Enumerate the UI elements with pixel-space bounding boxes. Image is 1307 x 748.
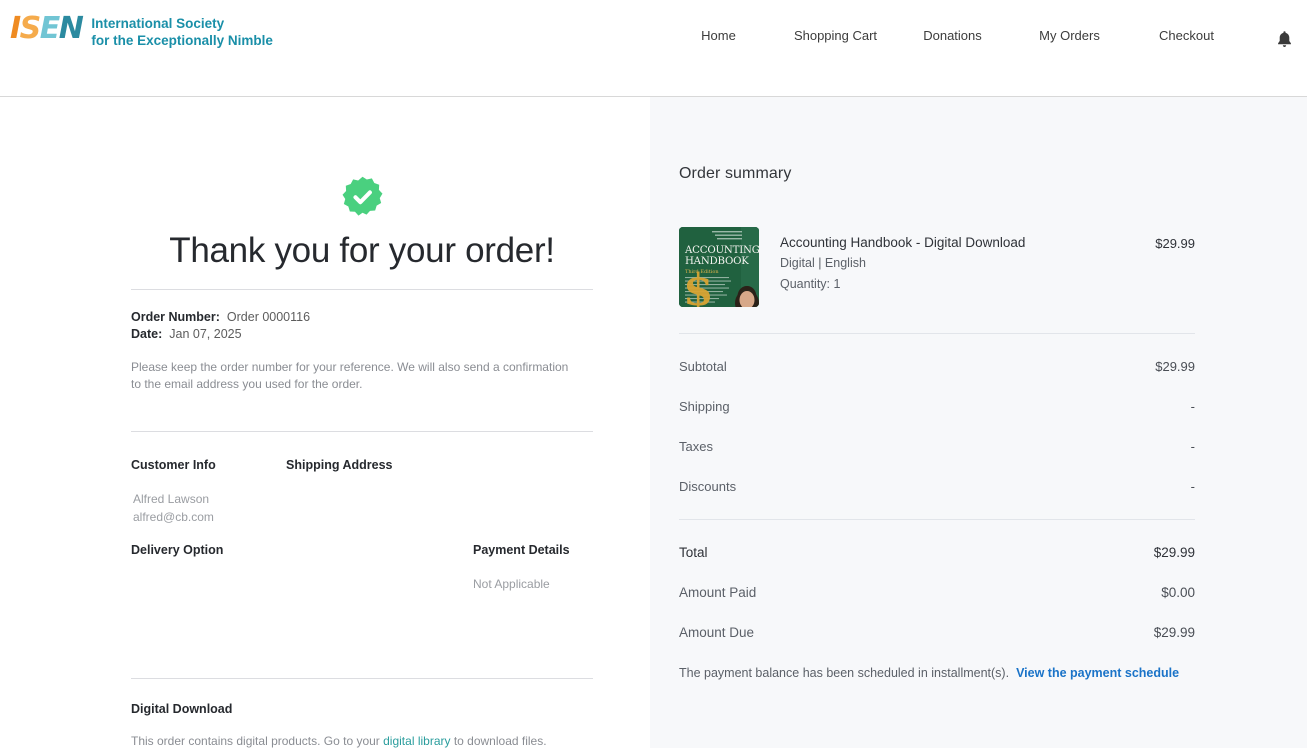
payment-schedule-note: The payment balance has been scheduled i…: [679, 666, 1195, 680]
customer-email: alfred@cb.com: [133, 510, 214, 524]
page-body: Thank you for your order! Order Number: O…: [0, 97, 1307, 748]
discounts-value: -: [1190, 479, 1195, 494]
order-summary-title: Order summary: [679, 165, 792, 182]
page-title: Thank you for your order!: [169, 231, 555, 270]
line-item-price: $29.99: [1155, 236, 1195, 251]
svg-text:$: $: [683, 265, 714, 307]
payment-details-heading: Payment Details: [473, 543, 570, 557]
svg-text:ACCOUNTING: ACCOUNTING: [684, 245, 759, 256]
subtotal-label: Subtotal: [679, 359, 727, 374]
amount-due-label: Amount Due: [679, 625, 755, 640]
main-navigation: Home Shopping Cart Donations My Orders C…: [660, 28, 1245, 43]
logo-letter-s: S: [19, 11, 42, 46]
shipping-value: -: [1190, 399, 1195, 414]
order-date-label: Date:: [131, 327, 163, 341]
nav-link-my-orders[interactable]: My Orders: [1011, 28, 1128, 43]
success-badge-row: [131, 97, 593, 220]
nav-item-home[interactable]: Home: [660, 28, 777, 43]
logo-letter-e: E: [39, 11, 61, 46]
summary-row-amount-paid: Amount Paid $0.00: [679, 560, 1195, 600]
order-date-row: Date: Jan 07, 2025: [131, 326, 593, 343]
digital-download-heading: Digital Download: [131, 702, 233, 716]
customer-info-heading: Customer Info: [131, 458, 216, 472]
taxes-value: -: [1190, 439, 1195, 454]
summary-row-discounts: Discounts -: [679, 454, 1195, 494]
site-header: ISEN International Society for the Excep…: [0, 0, 1307, 97]
customer-name: Alfred Lawson: [133, 492, 210, 506]
summary-totals: Total $29.99 Amount Paid $0.00 Amount Du…: [679, 520, 1195, 640]
summary-row-shipping: Shipping -: [679, 374, 1195, 414]
nav-link-donations[interactable]: Donations: [894, 28, 1011, 43]
nav-item-checkout[interactable]: Checkout: [1128, 28, 1245, 43]
order-info-grid: Customer Info Shipping Address Alfred La…: [131, 458, 593, 643]
line-item-info: Accounting Handbook - Digital Download D…: [759, 227, 1155, 294]
logo-letter-n: N: [58, 11, 84, 46]
summary-row-amount-due: Amount Due $29.99: [679, 600, 1195, 640]
brand-name-line-2: for the Exceptionally Nimble: [91, 33, 273, 48]
nav-link-checkout[interactable]: Checkout: [1128, 28, 1245, 43]
view-payment-schedule-link[interactable]: View the payment schedule: [1016, 666, 1179, 680]
amount-paid-label: Amount Paid: [679, 585, 757, 600]
order-date-value: Jan 07, 2025: [169, 327, 242, 341]
divider-top: [131, 289, 593, 290]
nav-item-my-orders[interactable]: My Orders: [1011, 28, 1128, 43]
digital-download-text-after: to download files.: [450, 734, 547, 748]
bell-icon: [1277, 30, 1291, 47]
total-value: $29.99: [1153, 545, 1195, 560]
brand-name-line-1: International Society: [91, 16, 225, 31]
summary-row-total: Total $29.99: [679, 520, 1195, 560]
check-badge-icon: [342, 176, 382, 216]
shipping-address-heading: Shipping Address: [286, 458, 393, 472]
nav-link-home[interactable]: Home: [660, 28, 777, 43]
logo-letter-i: I: [10, 11, 21, 46]
digital-library-link[interactable]: digital library: [383, 734, 450, 748]
payment-schedule-text: The payment balance has been scheduled i…: [679, 666, 1010, 680]
divider-middle: [131, 431, 593, 432]
notifications-button[interactable]: [1271, 26, 1297, 52]
order-number-value: Order 0000116: [226, 310, 311, 324]
order-confirmation-column: Thank you for your order! Order Number: O…: [131, 97, 593, 748]
delivery-option-heading: Delivery Option: [131, 543, 224, 557]
summary-row-subtotal: Subtotal $29.99: [679, 334, 1195, 374]
order-note: Please keep the order number for your re…: [131, 360, 569, 391]
shipping-label: Shipping: [679, 399, 730, 414]
amount-paid-value: $0.00: [1161, 585, 1195, 600]
summary-row-taxes: Taxes -: [679, 414, 1195, 454]
line-item-quantity: Quantity: 1: [780, 277, 841, 291]
payment-details-values: Not Applicable: [473, 575, 550, 593]
summary-lines: Subtotal $29.99 Shipping - Taxes - Disco…: [679, 334, 1195, 494]
subtotal-value: $29.99: [1155, 359, 1195, 374]
taxes-label: Taxes: [679, 439, 713, 454]
divider-bottom: [131, 678, 593, 679]
digital-download-text-before: This order contains digital products. Go…: [131, 734, 384, 748]
isen-logomark: ISEN: [10, 11, 84, 46]
customer-info-values: Alfred Lawson alfred@cb.com: [133, 490, 214, 526]
book-cover-accounting-handbook-icon: ACCOUNTING HANDBOOK Third Edition $: [679, 227, 759, 307]
nav-item-donations[interactable]: Donations: [894, 28, 1011, 43]
product-cover-image: ACCOUNTING HANDBOOK Third Edition $: [679, 227, 759, 307]
line-item-title: Accounting Handbook - Digital Download: [780, 235, 1026, 250]
total-label: Total: [679, 545, 708, 560]
line-item-format: Digital | English: [780, 256, 866, 270]
discounts-label: Discounts: [679, 479, 737, 494]
order-summary-panel: Order summary ACCOUNTING HANDBOOK Third …: [650, 97, 1307, 748]
order-meta: Order Number: Order 0000116 Date: Jan 07, …: [131, 309, 593, 343]
digital-download-text: This order contains digital products. Go…: [131, 734, 593, 748]
amount-due-value: $29.99: [1153, 625, 1195, 640]
brand-logo[interactable]: ISEN International Society for the Excep…: [10, 14, 273, 49]
nav-item-shopping-cart[interactable]: Shopping Cart: [777, 28, 894, 43]
payment-details-value: Not Applicable: [473, 577, 550, 591]
order-number-label: Order Number:: [131, 310, 220, 324]
order-line-item: ACCOUNTING HANDBOOK Third Edition $ Acco…: [679, 227, 1195, 307]
order-number-row: Order Number: Order 0000116: [131, 309, 593, 326]
nav-link-shopping-cart[interactable]: Shopping Cart: [777, 28, 894, 43]
brand-name: International Society for the Exceptiona…: [91, 14, 273, 49]
